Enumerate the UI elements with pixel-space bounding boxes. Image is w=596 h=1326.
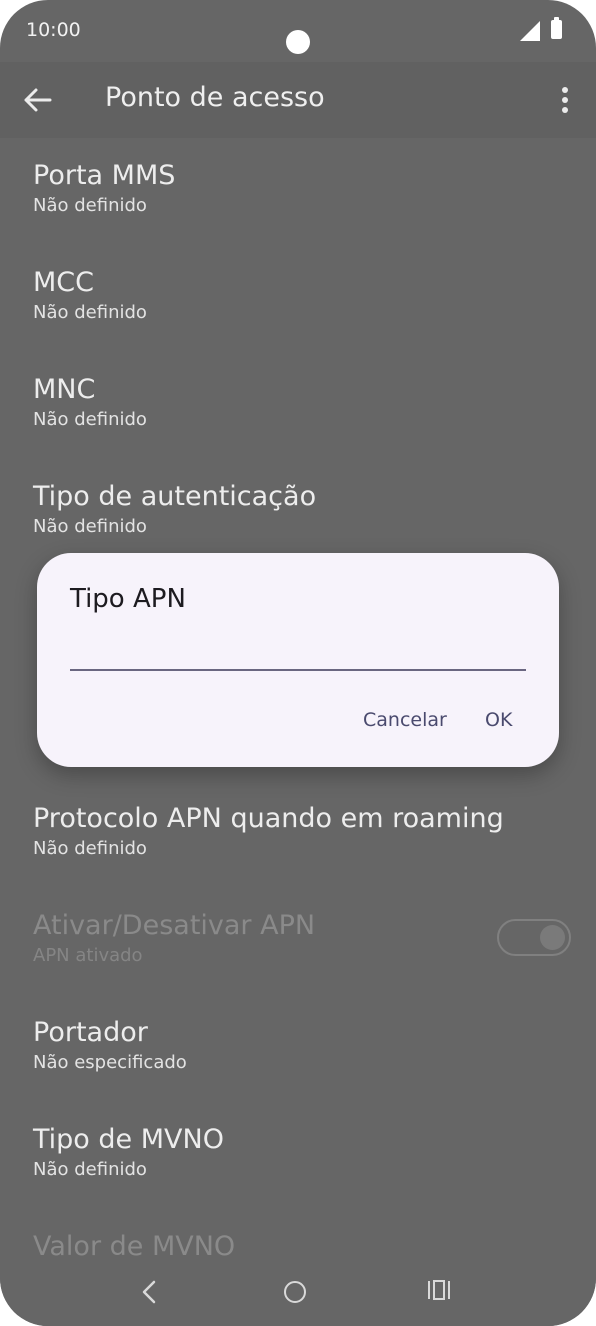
status-bar: 10:00: [0, 0, 596, 62]
setting-value: Não definido: [33, 1159, 147, 1180]
setting-value: Não definido: [33, 302, 147, 323]
setting-ativar-apn[interactable]: Ativar/Desativar APN APN ativado: [33, 910, 573, 968]
nav-back-icon[interactable]: [138, 1278, 160, 1306]
apn-enable-toggle[interactable]: [497, 919, 571, 956]
ok-button[interactable]: OK: [485, 709, 512, 731]
setting-title: MCC: [33, 267, 95, 298]
setting-value: Não definido: [33, 409, 147, 430]
setting-tipo-autenticacao[interactable]: Tipo de autenticação Não definido: [33, 481, 573, 539]
setting-value: Não especificado: [33, 1052, 187, 1073]
setting-portador[interactable]: Portador Não especificado: [33, 1017, 573, 1075]
setting-title: Portador: [33, 1017, 148, 1048]
phone-screen: 10:00 Ponto de acesso Porta MMS Não defi…: [0, 0, 596, 1326]
setting-value: Não definido: [33, 838, 147, 859]
setting-title: Protocolo APN quando em roaming: [33, 803, 504, 834]
setting-title: Porta MMS: [33, 160, 176, 191]
front-camera: [286, 30, 310, 54]
setting-title: Tipo de autenticação: [33, 481, 317, 512]
setting-porta-mms[interactable]: Porta MMS Não definido: [33, 160, 573, 218]
back-arrow-icon[interactable]: [22, 86, 54, 114]
navigation-bar: [0, 1262, 596, 1326]
setting-value: APN ativado: [33, 945, 143, 966]
setting-value: Não definido: [33, 516, 147, 537]
more-options-icon[interactable]: [551, 84, 579, 116]
status-time: 10:00: [26, 19, 81, 41]
setting-value: Não definido: [33, 195, 147, 216]
setting-tipo-mvno[interactable]: Tipo de MVNO Não definido: [33, 1124, 573, 1182]
setting-protocolo-roaming[interactable]: Protocolo APN quando em roaming Não defi…: [33, 803, 573, 861]
app-bar: Ponto de acesso: [0, 62, 596, 138]
setting-valor-mvno[interactable]: Valor de MVNO: [33, 1231, 573, 1263]
apn-type-input[interactable]: [70, 633, 526, 671]
setting-mcc[interactable]: MCC Não definido: [33, 267, 573, 325]
nav-home-icon[interactable]: [284, 1281, 306, 1303]
nav-recents-icon[interactable]: [427, 1278, 451, 1302]
dialog-title: Tipo APN: [70, 584, 186, 614]
battery-icon: [551, 17, 562, 39]
page-title: Ponto de acesso: [105, 82, 325, 113]
setting-title: MNC: [33, 374, 96, 405]
apn-type-dialog: Tipo APN Cancelar OK: [37, 553, 559, 767]
setting-title: Tipo de MVNO: [33, 1124, 224, 1155]
setting-title: Valor de MVNO: [33, 1231, 236, 1262]
toggle-knob: [540, 925, 565, 950]
setting-mnc[interactable]: MNC Não definido: [33, 374, 573, 432]
setting-title: Ativar/Desativar APN: [33, 910, 316, 941]
signal-icon: [520, 21, 540, 41]
cancel-button[interactable]: Cancelar: [363, 709, 447, 731]
